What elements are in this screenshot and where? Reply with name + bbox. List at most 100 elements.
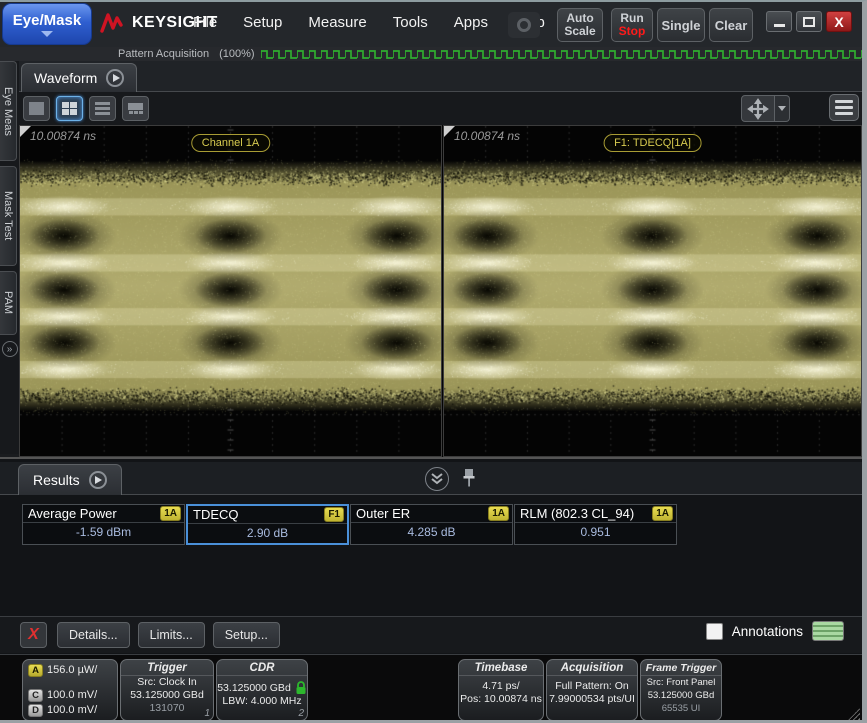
layout-single-icon [29, 102, 44, 115]
result-value: 0.951 [515, 523, 676, 542]
channels-panel[interactable]: A 156.0 µW/ C 100.0 mV/ D 100.0 mV/ [22, 659, 118, 721]
play-icon [113, 74, 120, 82]
tab-results[interactable]: Results [18, 464, 122, 495]
title-bar: Eye/Mask KEYSIGHT File Setup Measure Too… [0, 2, 862, 47]
menu-setup[interactable]: Setup [243, 14, 282, 31]
source-chip: 1A [652, 506, 673, 521]
auto-scale-line2: Scale [564, 25, 595, 38]
waveform-tabrow: Waveform [19, 61, 862, 92]
flexdca-window: Eye/Mask KEYSIGHT File Setup Measure Too… [0, 0, 867, 723]
result-card-average-power[interactable]: Average Power 1A -1.59 dBm [22, 504, 185, 545]
source-badge-f1-tdecq[interactable]: F1: TDECQ[1A] [603, 134, 702, 152]
sidebar-tab-pam[interactable]: PAM [0, 271, 17, 335]
layout-quad-button[interactable] [56, 96, 83, 121]
delete-measurement-button[interactable]: X [20, 622, 47, 648]
sidebar-expand-button[interactable]: » [2, 341, 18, 357]
eye-panel-f1-tdecq[interactable]: 10.00874 ns F1: TDECQ[1A] [443, 125, 862, 457]
timebase-annotation: 10.00874 ns [454, 129, 520, 143]
eye-diagram-canvas-channel-1a [20, 126, 441, 456]
eye-panel-channel-1a[interactable]: 10.00874 ns Channel 1A [19, 125, 442, 457]
waveform-menu-button[interactable] [106, 69, 124, 87]
menu-bar: File Setup Measure Tools Apps Help [193, 14, 545, 31]
resize-grip[interactable] [848, 708, 860, 720]
layout-single-button[interactable] [23, 96, 50, 121]
pan-tool-dropdown[interactable] [775, 95, 790, 122]
close-button[interactable]: X [826, 11, 852, 32]
limits-button[interactable]: Limits... [138, 622, 205, 648]
frame-trigger-panel[interactable]: Frame Trigger Src: Front Panel 53.125000… [640, 659, 722, 721]
annotations-label: Annotations [732, 624, 803, 639]
pushpin-icon [462, 468, 476, 488]
pan-tool-button[interactable] [741, 95, 775, 122]
annotations-checkbox[interactable] [706, 623, 723, 640]
double-chevron-down-icon [430, 473, 444, 486]
status-bar: A 156.0 µW/ C 100.0 mV/ D 100.0 mV/ Trig… [0, 654, 862, 722]
channel-d-chip: D [28, 704, 43, 717]
source-chip: 1A [160, 506, 181, 521]
tab-waveform[interactable]: Waveform [21, 63, 137, 92]
result-value: 2.90 dB [188, 524, 347, 543]
pattern-acquisition-percent: (100%) [219, 48, 254, 60]
panel-menu-button[interactable] [829, 94, 859, 121]
cdr-panel[interactable]: CDR 53.125000 GBd LBW: 4.000 MHz 2 [216, 659, 308, 721]
source-chip: 1A [488, 506, 509, 521]
minimize-button[interactable] [766, 11, 792, 32]
layout-rows-icon [95, 102, 110, 115]
annotation-lines-button[interactable] [812, 621, 844, 641]
clear-button[interactable]: Clear [709, 8, 753, 42]
cdr-title: CDR [217, 660, 307, 676]
result-card-rlm[interactable]: RLM (802.3 CL_94) 1A 0.951 [514, 504, 677, 545]
results-pin-button[interactable] [462, 468, 476, 493]
channel-a-scale: 156.0 µW/ [47, 663, 97, 678]
screenshot-button[interactable] [508, 12, 540, 38]
results-section: Results Average Power [0, 457, 862, 654]
results-collapse-button[interactable] [425, 467, 449, 491]
close-icon: X [834, 14, 843, 30]
waveform-toolbar [19, 92, 862, 125]
results-header: Results [0, 462, 862, 495]
channel-c-scale: 100.0 mV/ [47, 688, 97, 703]
layout-quad-icon [62, 102, 77, 115]
layout-main-thumbs-button[interactable] [122, 96, 149, 121]
double-chevron-icon: » [7, 344, 13, 355]
sidebar-tab-mask-test[interactable]: Mask Test [0, 166, 17, 266]
setup-button[interactable]: Setup... [213, 622, 280, 648]
trigger-title: Trigger [121, 660, 213, 676]
keysight-spark-icon [100, 12, 126, 34]
results-menu-button[interactable] [89, 471, 107, 489]
menu-tools[interactable]: Tools [393, 14, 428, 31]
menu-file[interactable]: File [193, 14, 217, 31]
minimize-icon [774, 24, 785, 27]
timebase-title: Timebase [459, 660, 543, 676]
run-stop-button[interactable]: Run Stop [611, 8, 653, 42]
camera-icon [517, 18, 531, 32]
timebase-annotation: 10.00874 ns [30, 129, 96, 143]
sidebar-tab-eye-meas[interactable]: Eye Meas [0, 61, 17, 161]
result-card-outer-er[interactable]: Outer ER 1A 4.285 dB [350, 504, 513, 545]
red-x-icon: X [28, 626, 39, 644]
single-button[interactable]: Single [657, 8, 705, 42]
hamburger-icon [835, 100, 853, 103]
acquisition-title: Acquisition [547, 660, 637, 676]
lock-icon [295, 681, 307, 695]
pan-arrows-icon [747, 98, 769, 120]
results-cards: Average Power 1A -1.59 dBm TDECQ F1 2.90… [22, 504, 678, 545]
frame-trigger-title: Frame Trigger [641, 660, 721, 676]
mode-tab-eye-mask[interactable]: Eye/Mask [2, 3, 92, 45]
auto-scale-button[interactable]: Auto Scale [557, 8, 603, 42]
layout-rows-button[interactable] [89, 96, 116, 121]
details-button[interactable]: Details... [57, 622, 130, 648]
maximize-button[interactable] [796, 11, 822, 32]
annotations-control: Annotations [706, 621, 844, 641]
waveform-display-area: 10.00874 ns Channel 1A 10.00874 ns F1: T… [19, 125, 862, 457]
source-chip: F1 [324, 507, 344, 522]
pattern-acquisition-strip: Pattern Acquisition (100%) [0, 47, 862, 61]
trigger-panel[interactable]: Trigger Src: Clock In 53.125000 GBd 1310… [120, 659, 214, 721]
layout-main-thumbs-icon [128, 103, 143, 114]
menu-measure[interactable]: Measure [308, 14, 366, 31]
source-badge-channel-1a[interactable]: Channel 1A [191, 134, 271, 152]
acquisition-panel[interactable]: Acquisition Full Pattern: On 7.99000534 … [546, 659, 638, 721]
timebase-panel[interactable]: Timebase 4.71 ps/ Pos: 10.00874 ns [458, 659, 544, 721]
result-card-tdecq[interactable]: TDECQ F1 2.90 dB [186, 504, 349, 545]
menu-apps[interactable]: Apps [454, 14, 488, 31]
